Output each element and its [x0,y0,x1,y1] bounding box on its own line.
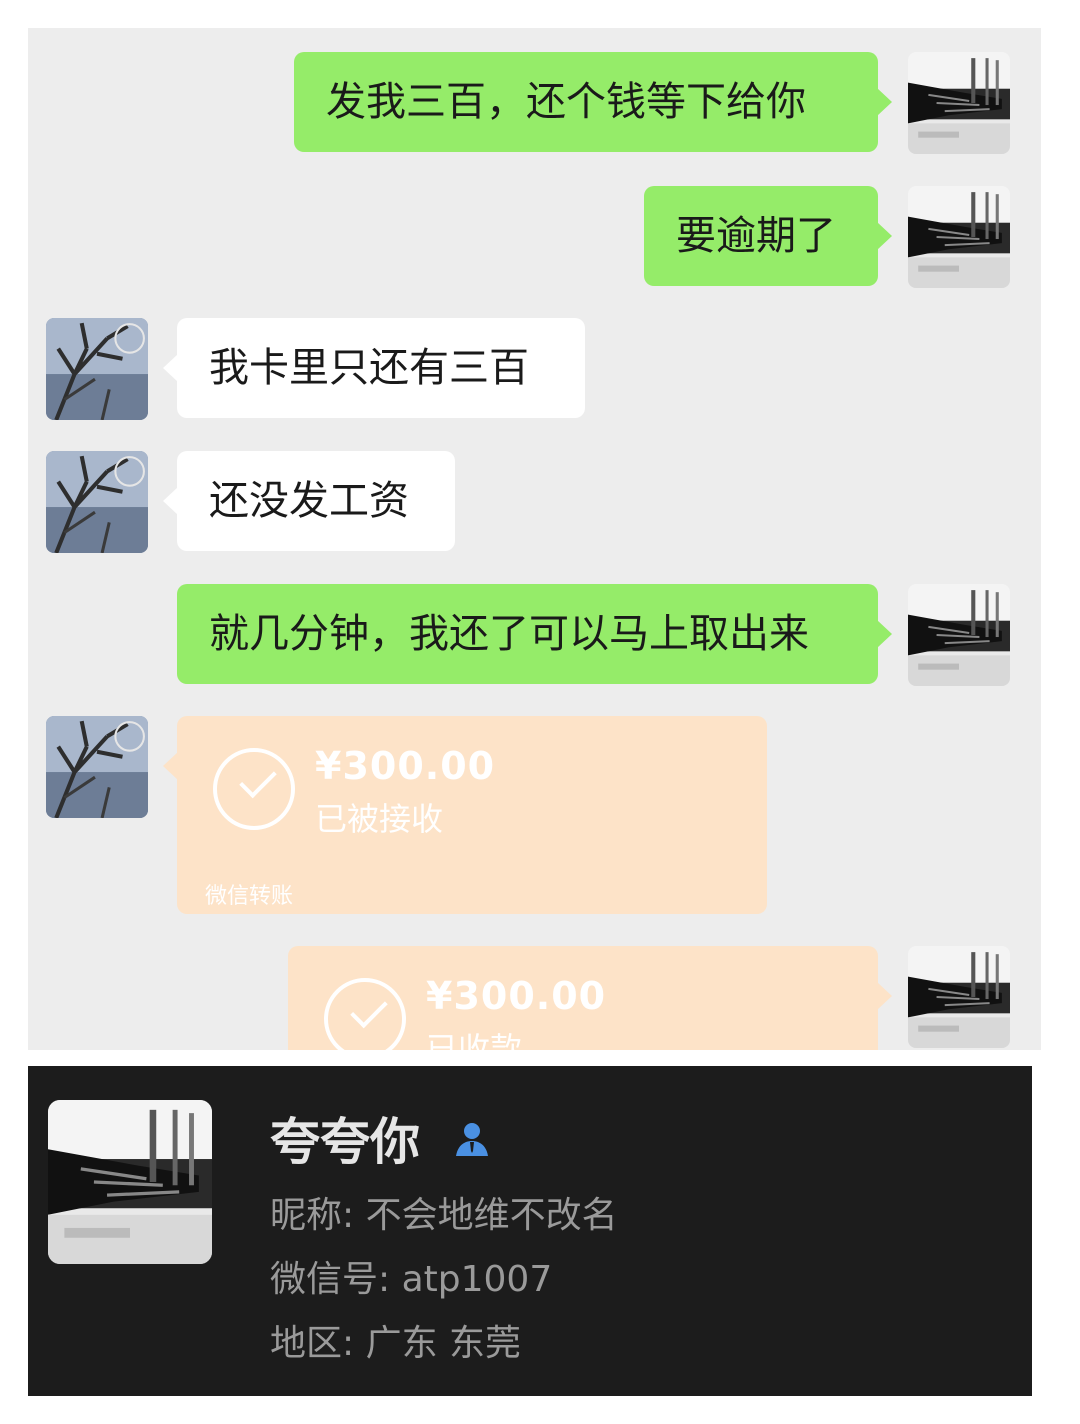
my-avatar-image [908,52,1010,154]
my-avatar-image [908,584,1010,686]
message-bubble-sent[interactable]: 就几分钟，我还了可以马上取出来 [177,584,892,684]
profile-avatar[interactable] [48,1100,212,1264]
my-avatar[interactable] [908,946,1010,1048]
profile-nickname: 昵称: 不会地维不改名 [270,1195,618,1236]
message-bubble-received[interactable]: 还没发工资 [163,451,455,551]
transfer-status: 已收款 [426,1030,523,1050]
message-text: 要逾期了 [676,213,836,259]
contact-avatar-image [46,451,148,553]
message-text: 还没发工资 [209,478,409,524]
message-bubble-sent[interactable]: 要逾期了 [644,186,892,286]
contact-avatar[interactable] [46,318,148,420]
message-bubble-received[interactable]: 我卡里只还有三百 [163,318,585,418]
transfer-card-received[interactable]: ¥300.00 已被接收 微信转账 [163,716,767,914]
transfer-status: 已被接收 [315,800,444,838]
message-text: 就几分钟，我还了可以马上取出来 [209,611,809,657]
transfer-card-sent[interactable]: ¥300.00 已收款 [288,946,892,1050]
profile-name: 夸夸你 [270,1113,420,1171]
transfer-amount: ¥300.00 [426,974,607,1018]
profile-wechat-id: 微信号: atp1007 [270,1259,553,1300]
person-icon [456,1123,488,1156]
message-text: 我卡里只还有三百 [209,345,529,391]
my-avatar-image [908,946,1010,1048]
contact-avatar-image [46,318,148,420]
profile-avatar-image [48,1100,212,1264]
my-avatar-image [908,186,1010,288]
chat-area: 发我三百，还个钱等下给你 要逾期了 我卡里只还有三百 还没发工资 就几分钟，我还… [28,28,1041,1050]
profile-card: 夸夸你 昵称: 不会地维不改名 微信号: atp1007 地区: 广东 东莞 [28,1066,1032,1396]
contact-avatar[interactable] [46,716,148,818]
transfer-label: 微信转账 [205,884,294,909]
my-avatar[interactable] [908,584,1010,686]
contact-avatar[interactable] [46,451,148,553]
my-avatar[interactable] [908,186,1010,288]
transfer-amount: ¥300.00 [315,744,496,788]
message-text: 发我三百，还个钱等下给你 [326,79,806,125]
contact-avatar-image [46,716,148,818]
my-avatar[interactable] [908,52,1010,154]
message-bubble-sent[interactable]: 发我三百，还个钱等下给你 [294,52,892,152]
profile-region: 地区: 广东 东莞 [270,1323,522,1364]
check-circle-icon [213,748,295,830]
check-circle-icon [324,978,406,1050]
